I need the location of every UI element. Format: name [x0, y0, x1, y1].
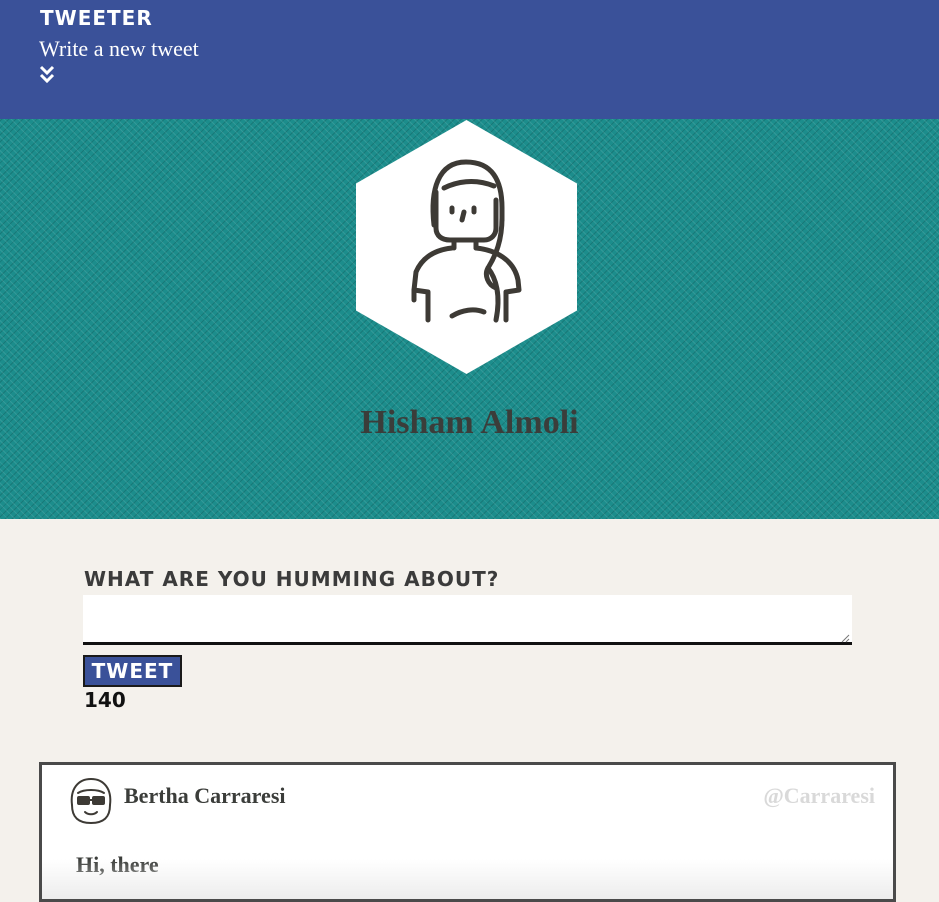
glasses-avatar-icon [70, 778, 112, 824]
top-nav: Tweeter Write a new tweet [0, 0, 939, 119]
write-tweet-link[interactable]: Write a new tweet [39, 36, 199, 62]
tweet-author[interactable]: Bertha Carraresi [124, 783, 286, 809]
double-chevron-down-icon[interactable] [39, 65, 55, 83]
tweet-card: Bertha Carraresi @Carraresi Hi, there [39, 762, 896, 902]
tweet-textarea[interactable] [83, 595, 852, 645]
brand-logo[interactable]: Tweeter [40, 6, 153, 30]
resize-handle-icon[interactable] [840, 633, 850, 643]
compose-label: What are you humming about? [84, 567, 500, 591]
tweet-handle[interactable]: @Carraresi [763, 783, 875, 809]
profile-header: Hisham Almoli [0, 119, 939, 519]
woman-avatar-icon [356, 120, 577, 374]
tweet-button[interactable]: Tweet [83, 655, 182, 687]
character-counter: 140 [84, 688, 126, 712]
profile-name: Hisham Almoli [360, 404, 579, 441]
card-fade-overlay [42, 859, 893, 899]
